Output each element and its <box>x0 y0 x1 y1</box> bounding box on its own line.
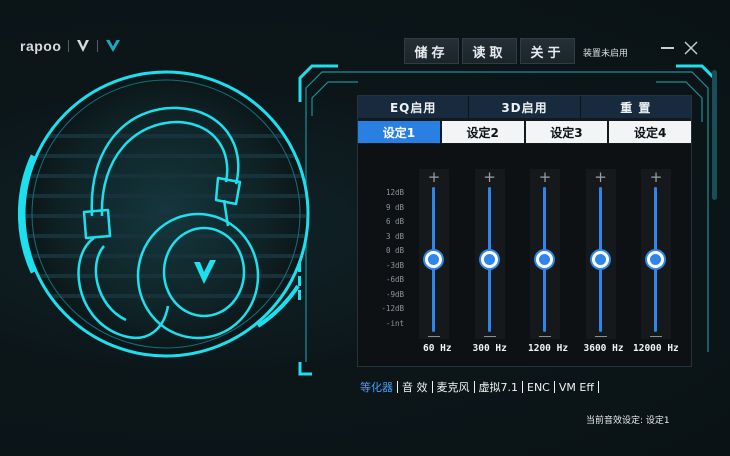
preset-tab-2[interactable]: 设定2 <box>441 121 524 143</box>
preset-tab-4[interactable]: 设定4 <box>609 121 691 143</box>
load-button[interactable]: 读取 <box>462 38 517 64</box>
nav-microphone[interactable]: 麦克风 <box>433 379 474 395</box>
minus-icon[interactable] <box>483 336 496 337</box>
eq-slider-band[interactable]: + <box>419 169 449 339</box>
current-preset-text: 当前音效设定: 设定1 <box>586 416 670 426</box>
eq-panel: EQ启用 3D启用 重 置 设定1 设定2 设定3 设定4 12dB 9 dB 6 … <box>357 95 692 367</box>
slider-knob[interactable] <box>647 251 664 268</box>
3d-enable-tab[interactable]: 3D启用 <box>469 96 581 118</box>
plus-icon[interactable]: + <box>475 170 505 185</box>
band-frequency-label: 12000 Hz <box>633 343 679 354</box>
logo-divider-2 <box>97 40 99 52</box>
slider-knob[interactable] <box>536 251 553 268</box>
eq-slider-band[interactable]: + <box>474 169 505 339</box>
top-toolbar: 储存 读取 关于 <box>404 38 575 64</box>
plus-icon[interactable]: + <box>419 170 449 185</box>
nav-equalizer[interactable]: 等化器 <box>356 379 397 395</box>
plus-icon[interactable]: + <box>586 170 616 185</box>
plus-icon[interactable]: + <box>530 170 560 185</box>
nav-enc[interactable]: ENC <box>523 381 554 394</box>
minus-icon[interactable] <box>650 336 662 337</box>
minus-icon[interactable] <box>594 336 607 337</box>
db-scale-label: -9dB <box>385 289 404 299</box>
scrollbar[interactable] <box>712 70 717 200</box>
brand-logo: rapoo <box>20 38 121 54</box>
app-window: rapoo 储存 读取 关于 装置未启用 EQ启用 3D启用 重 置 设定1 设… <box>0 0 730 456</box>
nav-sound-effect[interactable]: 音 效 <box>398 379 432 395</box>
eq-slider-band[interactable]: + <box>585 169 616 339</box>
band-frequency-label: 60 Hz <box>423 343 452 354</box>
logo-divider <box>68 40 70 52</box>
db-scale-label: 12dB <box>385 188 404 197</box>
eq-slider-band[interactable]: + <box>530 169 560 339</box>
db-scale-label: -int <box>385 318 404 328</box>
device-status-text: 装置未启用 <box>583 49 629 59</box>
save-button[interactable]: 储存 <box>404 38 459 64</box>
db-scale-label: 3 dB <box>385 231 404 241</box>
db-scale-label: 9 dB <box>385 202 404 212</box>
db-scale-label: 6 dB <box>385 217 404 226</box>
db-scale-label: -6dB <box>385 275 404 284</box>
db-scale-label: -12dB <box>381 304 404 313</box>
eq-enable-tab[interactable]: EQ启用 <box>358 96 470 118</box>
slider-knob[interactable] <box>591 251 609 268</box>
db-scale-label: 0 dB <box>385 246 404 255</box>
slider-knob[interactable] <box>425 251 442 268</box>
mode-tabs: EQ启用 3D启用 重 置 <box>358 96 691 118</box>
v-logo-icon <box>77 40 90 52</box>
equalizer-area: 12dB 9 dB 6 dB 3 dB 0 dB -3dB -6dB -9dB -12dB -in… <box>358 144 691 366</box>
nav-divider <box>597 381 599 393</box>
nav-vm-effect[interactable]: VM Eff <box>555 381 598 394</box>
band-frequency-label: 300 Hz <box>472 343 507 354</box>
eq-slider-band[interactable]: + <box>641 169 671 339</box>
brand-name: rapoo <box>20 38 62 54</box>
headphone-icon <box>18 70 310 358</box>
preset-tab-3[interactable]: 设定3 <box>525 121 608 143</box>
reset-tab[interactable]: 重 置 <box>581 96 691 118</box>
preset-tabs: 设定1 设定2 设定3 设定4 <box>358 121 691 143</box>
nav-virtual-7-1[interactable]: 虚拟7.1 <box>475 379 523 395</box>
db-scale-label: -3dB <box>385 260 404 270</box>
slider-knob[interactable] <box>480 251 498 268</box>
minus-icon[interactable] <box>428 336 440 337</box>
v-logo-accent-icon <box>106 40 121 52</box>
band-frequency-label: 1200 Hz <box>528 343 569 354</box>
band-frequency-label: 3600 Hz <box>583 343 624 354</box>
preset-tab-1[interactable]: 设定1 <box>358 121 440 143</box>
minimize-icon[interactable] <box>661 47 674 49</box>
close-icon[interactable] <box>683 40 699 56</box>
plus-icon[interactable]: + <box>641 170 671 185</box>
minus-icon[interactable] <box>539 336 551 337</box>
bottom-nav: 等化器 音 效 麦克风 虚拟7.1 ENC VM Eff <box>356 379 599 395</box>
about-button[interactable]: 关于 <box>520 38 575 64</box>
